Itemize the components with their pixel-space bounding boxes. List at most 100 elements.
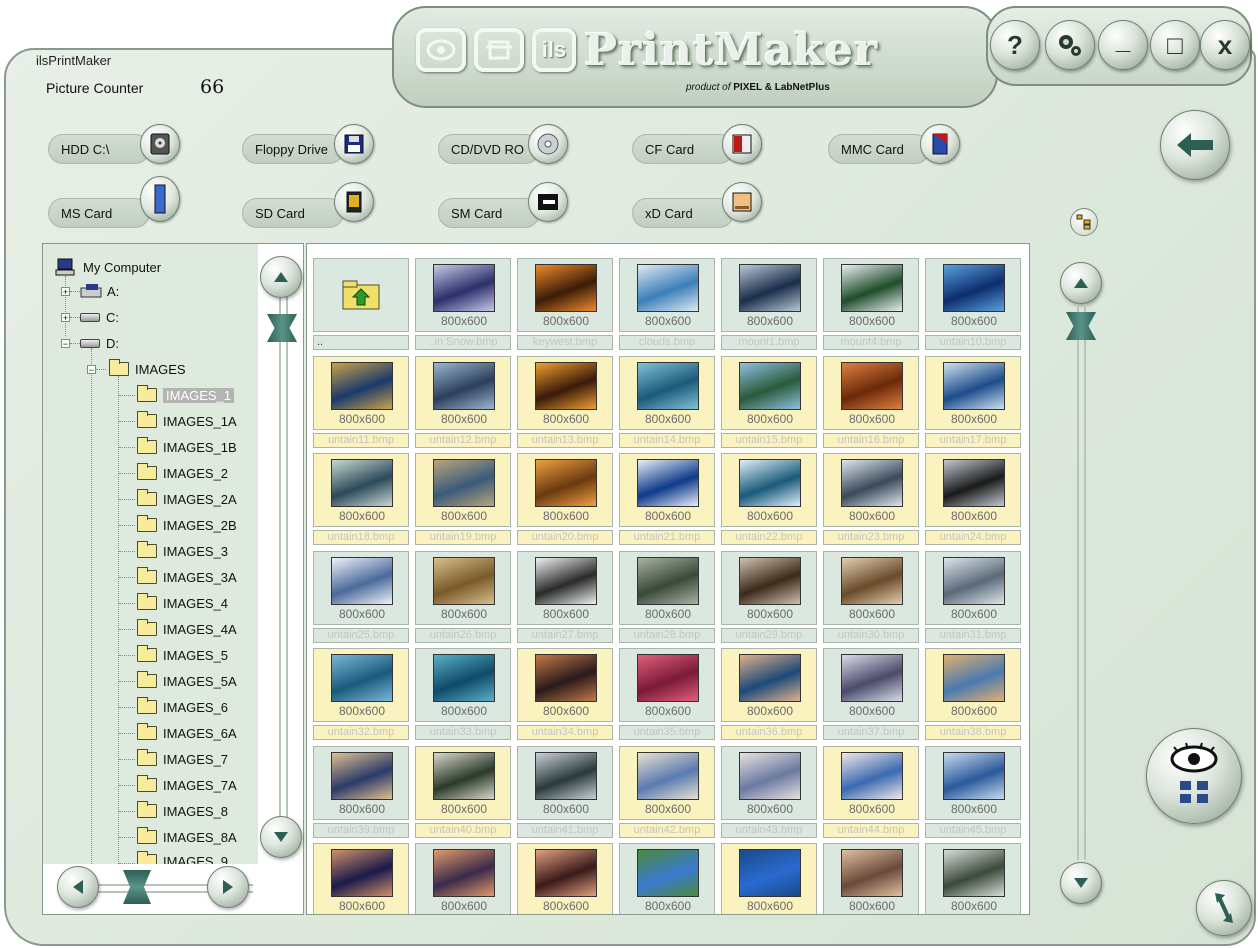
tree-scroll-down-button[interactable] [260, 816, 302, 858]
source-cf-button[interactable]: CF Card [632, 134, 734, 164]
tree-node-images[interactable]: IMAGES [109, 359, 186, 378]
image-tile[interactable]: 800x600 untain16.bmp [823, 356, 919, 450]
image-tile[interactable]: 800x600 untain39.bmp [313, 746, 409, 840]
close-button[interactable]: x [1200, 20, 1250, 70]
collapse-images-icon[interactable]: − [87, 365, 96, 375]
image-tile[interactable]: 800x600 keywest.bmp [517, 258, 613, 352]
cd-dvd-icon[interactable] [528, 124, 568, 164]
image-tile[interactable]: 800x600 mount4.bmp [823, 258, 919, 352]
image-tile[interactable]: 800x600 untain45.bmp [925, 746, 1021, 840]
collapse-d-icon[interactable]: − [61, 339, 70, 349]
image-tile[interactable]: 800x600 untain28.bmp [619, 551, 715, 645]
image-tile[interactable]: 800x600 untain12.bmp [415, 356, 511, 450]
image-tile[interactable]: 800x600 untain27.bmp [517, 551, 613, 645]
image-tile[interactable]: 800x600 untain41.bmp [517, 746, 613, 840]
source-hdd-button[interactable]: HDD C:\ [48, 134, 150, 164]
tree-node-images-1a[interactable]: IMAGES_1A [137, 411, 237, 430]
image-tile[interactable]: 800x600 [823, 843, 919, 914]
image-tile[interactable]: 800x600 [925, 843, 1021, 914]
tree-vscroll-thumb[interactable] [267, 314, 297, 342]
image-tile[interactable]: 800x600 untain38.bmp [925, 648, 1021, 742]
image-tile[interactable]: 800x600 untain35.bmp [619, 648, 715, 742]
sd-card-icon[interactable] [334, 182, 374, 222]
image-tile[interactable]: 800x600 mount1.bmp [721, 258, 817, 352]
image-tile[interactable]: 800x600 untain15.bmp [721, 356, 817, 450]
tree-node-images-8a[interactable]: IMAGES_8A [137, 827, 237, 846]
image-tile[interactable]: 800x600 untain26.bmp [415, 551, 511, 645]
image-tile[interactable]: 800x600 untain21.bmp [619, 453, 715, 547]
image-tile[interactable]: 800x600 untain19.bmp [415, 453, 511, 547]
image-tile[interactable]: 800x600 untain29.bmp [721, 551, 817, 645]
image-tile[interactable]: 800x600 untain37.bmp [823, 648, 919, 742]
tree-node-images-3[interactable]: IMAGES_3 [137, 541, 228, 560]
image-tile[interactable]: 800x600 untain34.bmp [517, 648, 613, 742]
tree-node-images-6a[interactable]: IMAGES_6A [137, 723, 237, 742]
image-tile[interactable]: 800x600 untain40.bmp [415, 746, 511, 840]
image-tile[interactable]: 800x600 untain33.bmp [415, 648, 511, 742]
tree-node-images-7a[interactable]: IMAGES_7A [137, 775, 237, 794]
tree-node-images-9[interactable]: IMAGES_9 [137, 851, 228, 864]
image-tile[interactable]: 800x600 [619, 843, 715, 914]
minimize-button[interactable]: _ [1098, 20, 1148, 70]
image-tile[interactable]: 800x600 untain42.bmp [619, 746, 715, 840]
parent-folder-tile[interactable]: .. [313, 258, 409, 352]
image-tile[interactable]: 800x600 untain43.bmp [721, 746, 817, 840]
tree-node-images-1[interactable]: IMAGES_1 [137, 385, 235, 404]
image-tile[interactable]: 800x600 untain44.bmp [823, 746, 919, 840]
xd-card-icon[interactable] [722, 182, 762, 222]
tree-node-images-1b[interactable]: IMAGES_1B [137, 437, 237, 456]
image-tile[interactable]: 800x600 untain24.bmp [925, 453, 1021, 547]
image-tile[interactable]: 800x600 untain11.bmp [313, 356, 409, 450]
tree-scroll-up-button[interactable] [260, 256, 302, 298]
image-tile[interactable]: 800x600 untain14.bmp [619, 356, 715, 450]
source-ms-button[interactable]: MS Card [48, 198, 150, 228]
image-tile[interactable]: 800x600 untain22.bmp [721, 453, 817, 547]
expand-c-icon[interactable]: + [61, 313, 70, 323]
image-tile[interactable]: 800x600 untain18.bmp [313, 453, 409, 547]
image-tile[interactable]: 800x600 untain20.bmp [517, 453, 613, 547]
tree-node-images-7[interactable]: IMAGES_7 [137, 749, 228, 768]
mmc-card-icon[interactable] [920, 124, 960, 164]
image-tile[interactable]: 800x600 [313, 843, 409, 914]
image-tile[interactable]: 800x600 ..in Snow.bmp [415, 258, 511, 352]
source-sd-button[interactable]: SD Card [242, 198, 344, 228]
expand-a-icon[interactable]: + [61, 287, 70, 297]
source-cd-dvd-button[interactable]: CD/DVD RO [438, 134, 540, 164]
image-tile[interactable]: 800x600 untain25.bmp [313, 551, 409, 645]
tree-node-images-5[interactable]: IMAGES_5 [137, 645, 228, 664]
maximize-button[interactable]: □ [1150, 20, 1200, 70]
image-tile[interactable]: 800x600 untain30.bmp [823, 551, 919, 645]
view-options-button[interactable] [1070, 208, 1098, 236]
cf-card-icon[interactable] [722, 124, 762, 164]
tree-node-images-5a[interactable]: IMAGES_5A [137, 671, 237, 690]
back-button[interactable] [1160, 110, 1230, 180]
settings-button[interactable] [1045, 20, 1095, 70]
tree-node-images-4[interactable]: IMAGES_4 [137, 593, 228, 612]
tree-node-images-8[interactable]: IMAGES_8 [137, 801, 228, 820]
tree-vscroll-track[interactable] [279, 294, 288, 850]
grid-scroll-down-button[interactable] [1060, 862, 1102, 904]
hdd-icon[interactable] [140, 124, 180, 164]
tree-node-images-6[interactable]: IMAGES_6 [137, 697, 228, 716]
floppy-icon[interactable] [334, 124, 374, 164]
tree-node-my-computer[interactable]: My Computer [55, 258, 161, 276]
ms-card-icon[interactable] [140, 176, 180, 222]
source-xd-button[interactable]: xD Card [632, 198, 734, 228]
tree-node-images-4a[interactable]: IMAGES_4A [137, 619, 237, 638]
rotate-button[interactable] [1196, 880, 1252, 936]
source-sm-button[interactable]: SM Card [438, 198, 540, 228]
image-tile[interactable]: 800x600 [415, 843, 511, 914]
image-tile[interactable]: 800x600 untain31.bmp [925, 551, 1021, 645]
image-tile[interactable]: 800x600 untain10.bmp [925, 258, 1021, 352]
sm-card-icon[interactable] [528, 182, 568, 222]
tree-node-images-3a[interactable]: IMAGES_3A [137, 567, 237, 586]
grid-scroll-up-button[interactable] [1060, 262, 1102, 304]
image-tile[interactable]: 800x600 untain36.bmp [721, 648, 817, 742]
tree-node-images-2[interactable]: IMAGES_2 [137, 463, 228, 482]
tree-node-images-2a[interactable]: IMAGES_2A [137, 489, 237, 508]
image-tile[interactable]: 800x600 untain13.bmp [517, 356, 613, 450]
tree-scroll-right-button[interactable] [207, 866, 249, 908]
tree-node-d[interactable]: D: [80, 334, 119, 352]
image-tile[interactable]: 800x600 untain17.bmp [925, 356, 1021, 450]
image-tile[interactable]: 800x600 clouds.bmp [619, 258, 715, 352]
